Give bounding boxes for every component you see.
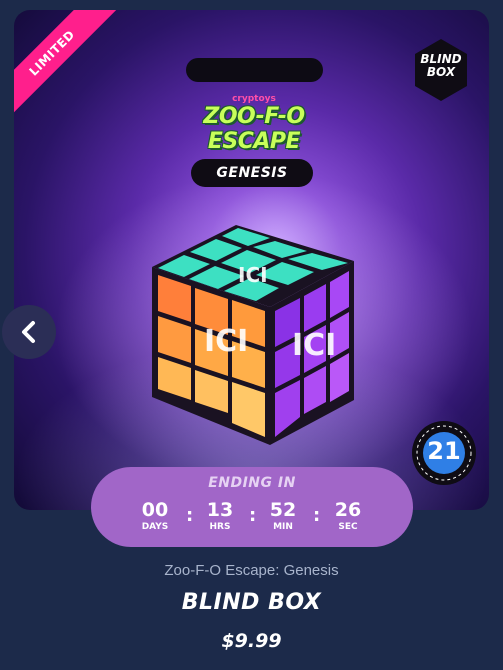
product-subtitle: Zoo-F-O Escape: Genesis bbox=[164, 562, 339, 579]
countdown-hours-label: HRS bbox=[209, 522, 231, 532]
limited-ribbon: LIMITED bbox=[14, 10, 124, 120]
countdown-seconds-label: SEC bbox=[338, 522, 358, 532]
countdown-days-value: 00 bbox=[141, 499, 169, 521]
collect-count: 21 bbox=[427, 437, 461, 465]
countdown-seconds: 26 SEC bbox=[326, 499, 370, 532]
countdown-hours-value: 13 bbox=[206, 499, 234, 521]
cube-image: ICI ICI ICI bbox=[152, 225, 354, 445]
chevron-left-icon bbox=[22, 321, 35, 343]
countdown-hours: 13 HRS bbox=[198, 499, 242, 532]
countdown-minutes: 52 MIN bbox=[261, 499, 305, 532]
limited-ribbon-label: LIMITED bbox=[14, 10, 120, 120]
countdown-timer: ENDING IN 00 DAYS : 13 HRS : 52 MIN : 26… bbox=[91, 467, 413, 547]
countdown-heading: ENDING IN bbox=[208, 475, 296, 491]
previous-button[interactable] bbox=[2, 305, 56, 359]
svg-text:ICI: ICI bbox=[238, 263, 268, 287]
product-title[interactable]: BLIND BOX bbox=[0, 590, 503, 615]
product-card[interactable]: LIMITED BLIND BOX cryptoys ZOO-F-O ESCAP… bbox=[14, 10, 489, 510]
countdown-seconds-value: 26 bbox=[334, 499, 362, 521]
countdown-days: 00 DAYS bbox=[133, 499, 177, 532]
countdown-separator: : bbox=[186, 505, 194, 526]
product-price: $9.99 bbox=[221, 630, 282, 652]
countdown-minutes-label: MIN bbox=[273, 522, 293, 532]
brand-label: cryptoys bbox=[232, 94, 276, 104]
game-logo: ZOO-F-O ESCAPE bbox=[203, 104, 305, 154]
blind-box-badge: BLIND BOX bbox=[409, 38, 473, 102]
edition-pill: GENESIS bbox=[191, 159, 313, 187]
collect-badge: 21 bbox=[411, 420, 477, 486]
package-hanger bbox=[186, 58, 323, 82]
countdown-days-label: DAYS bbox=[141, 522, 169, 532]
countdown-minutes-value: 52 bbox=[269, 499, 297, 521]
svg-text:ICI: ICI bbox=[292, 328, 336, 363]
countdown-separator: : bbox=[313, 505, 321, 526]
svg-text:ICI: ICI bbox=[204, 324, 248, 359]
countdown-separator: : bbox=[249, 505, 257, 526]
blind-box-badge-line2: BOX bbox=[426, 65, 456, 79]
